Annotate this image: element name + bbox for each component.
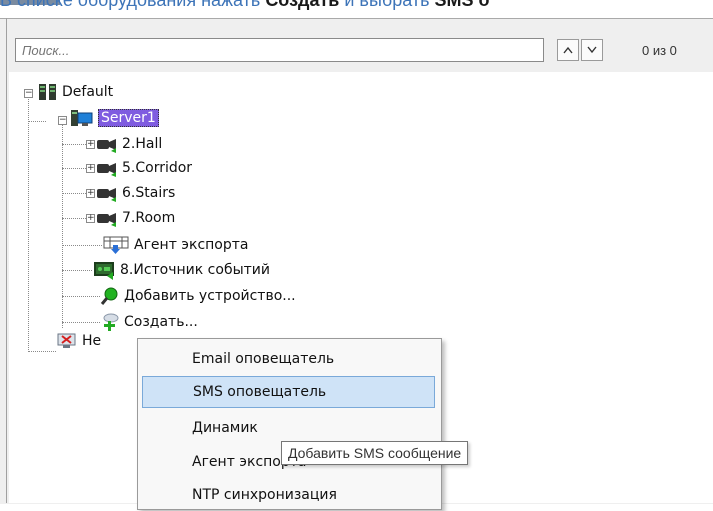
camera-icon: [97, 139, 116, 153]
search-counter: 0 из 0: [642, 43, 677, 58]
tree-line: [62, 245, 102, 246]
tooltip: Добавить SMS сообщение: [281, 441, 469, 465]
menu-item-ntp-sync[interactable]: NTP синхронизация: [142, 479, 435, 511]
event-source-icon: [94, 262, 114, 280]
chevron-down-icon: [587, 46, 597, 54]
tree-line: [28, 121, 46, 122]
tree-node-label: Не: [82, 333, 102, 349]
server-rack-icon: [39, 84, 56, 100]
search-next-button[interactable]: [581, 39, 603, 61]
tree-line: [28, 96, 29, 352]
menu-item-label: Email оповещатель: [192, 351, 335, 367]
menu-item-speaker[interactable]: Динамик: [142, 412, 435, 444]
instruction-prefix: В списке оборудования нажать: [0, 0, 266, 10]
tree-line: [28, 351, 56, 352]
tree-node-label: Агент экспорта: [134, 237, 249, 253]
tree-line: [62, 218, 86, 219]
tree-node-event-source[interactable]: 8.Источник событий: [92, 259, 270, 281]
tree-line: [62, 144, 86, 145]
create-icon: [103, 313, 119, 331]
menu-item-label: SMS оповещатель: [193, 384, 327, 400]
create-context-menu: Email оповещатель SMS оповещатель Динами…: [137, 338, 442, 510]
menu-item-sms-notifier[interactable]: SMS оповещатель: [142, 376, 435, 408]
tree-node-label: 6.Stairs: [122, 185, 176, 201]
menu-item-email-notifier[interactable]: Email оповещатель: [142, 343, 435, 375]
camera-icon: [97, 213, 116, 227]
instruction-bold-create: Создать: [265, 0, 340, 10]
tree-node-label: 7.Room: [122, 210, 176, 226]
panel-border: [6, 18, 7, 503]
instruction-middle: и выбрать: [339, 0, 435, 10]
search-prev-button[interactable]: [557, 39, 579, 61]
tree-node-camera[interactable]: 5.Corridor: [96, 157, 192, 179]
tree-node-camera[interactable]: 6.Stairs: [96, 182, 175, 204]
expand-node-button[interactable]: +: [86, 140, 95, 149]
tree-node-label: 2.Hall: [122, 136, 163, 152]
collapse-server-button[interactable]: −: [58, 116, 67, 125]
disconnected-computer-icon: [57, 333, 76, 348]
tree-line: [62, 270, 92, 271]
tree-node-default[interactable]: Default: [38, 81, 113, 103]
tree-node-label: Server1: [98, 109, 159, 127]
tree-line: [62, 193, 86, 194]
camera-icon: [97, 188, 116, 202]
chevron-up-icon: [563, 46, 573, 54]
tree-node-server1[interactable]: Server1: [70, 107, 159, 129]
collapse-root-button[interactable]: −: [24, 89, 33, 98]
tree-node-label: 5.Corridor: [122, 160, 193, 176]
tree-line: [62, 168, 86, 169]
menu-item-label: NTP синхронизация: [192, 487, 337, 503]
add-device-search-icon: [100, 287, 118, 305]
expand-node-button[interactable]: +: [86, 189, 95, 198]
tree-node-label: Добавить устройство...: [124, 288, 296, 304]
tree-node-label: 8.Источник событий: [120, 262, 270, 278]
tree-node-label: Создать...: [124, 314, 198, 330]
tree-node-label: Default: [62, 84, 114, 100]
tree-node-camera[interactable]: 2.Hall: [96, 133, 162, 155]
instruction-text: В списке оборудования нажать Создать и в…: [0, 0, 489, 16]
tree-node-add-device[interactable]: Добавить устройство...: [100, 285, 296, 307]
expand-node-button[interactable]: +: [86, 164, 95, 173]
menu-item-label: Динамик: [192, 420, 258, 436]
tree-line: [62, 296, 100, 297]
tree-node-export-agent[interactable]: Агент экспорта: [102, 234, 248, 256]
tree-node-unassigned[interactable]: Не: [56, 330, 101, 352]
instruction-bold-sms: SMS о: [434, 0, 490, 10]
tree-line: [62, 322, 100, 323]
export-agent-icon: [103, 236, 129, 254]
expand-node-button[interactable]: +: [86, 214, 95, 223]
tree-node-camera[interactable]: 7.Room: [96, 207, 175, 229]
server-computer-icon: [71, 110, 93, 126]
camera-icon: [97, 163, 116, 177]
search-input[interactable]: [15, 38, 544, 62]
tree-node-create[interactable]: Создать...: [100, 311, 198, 333]
